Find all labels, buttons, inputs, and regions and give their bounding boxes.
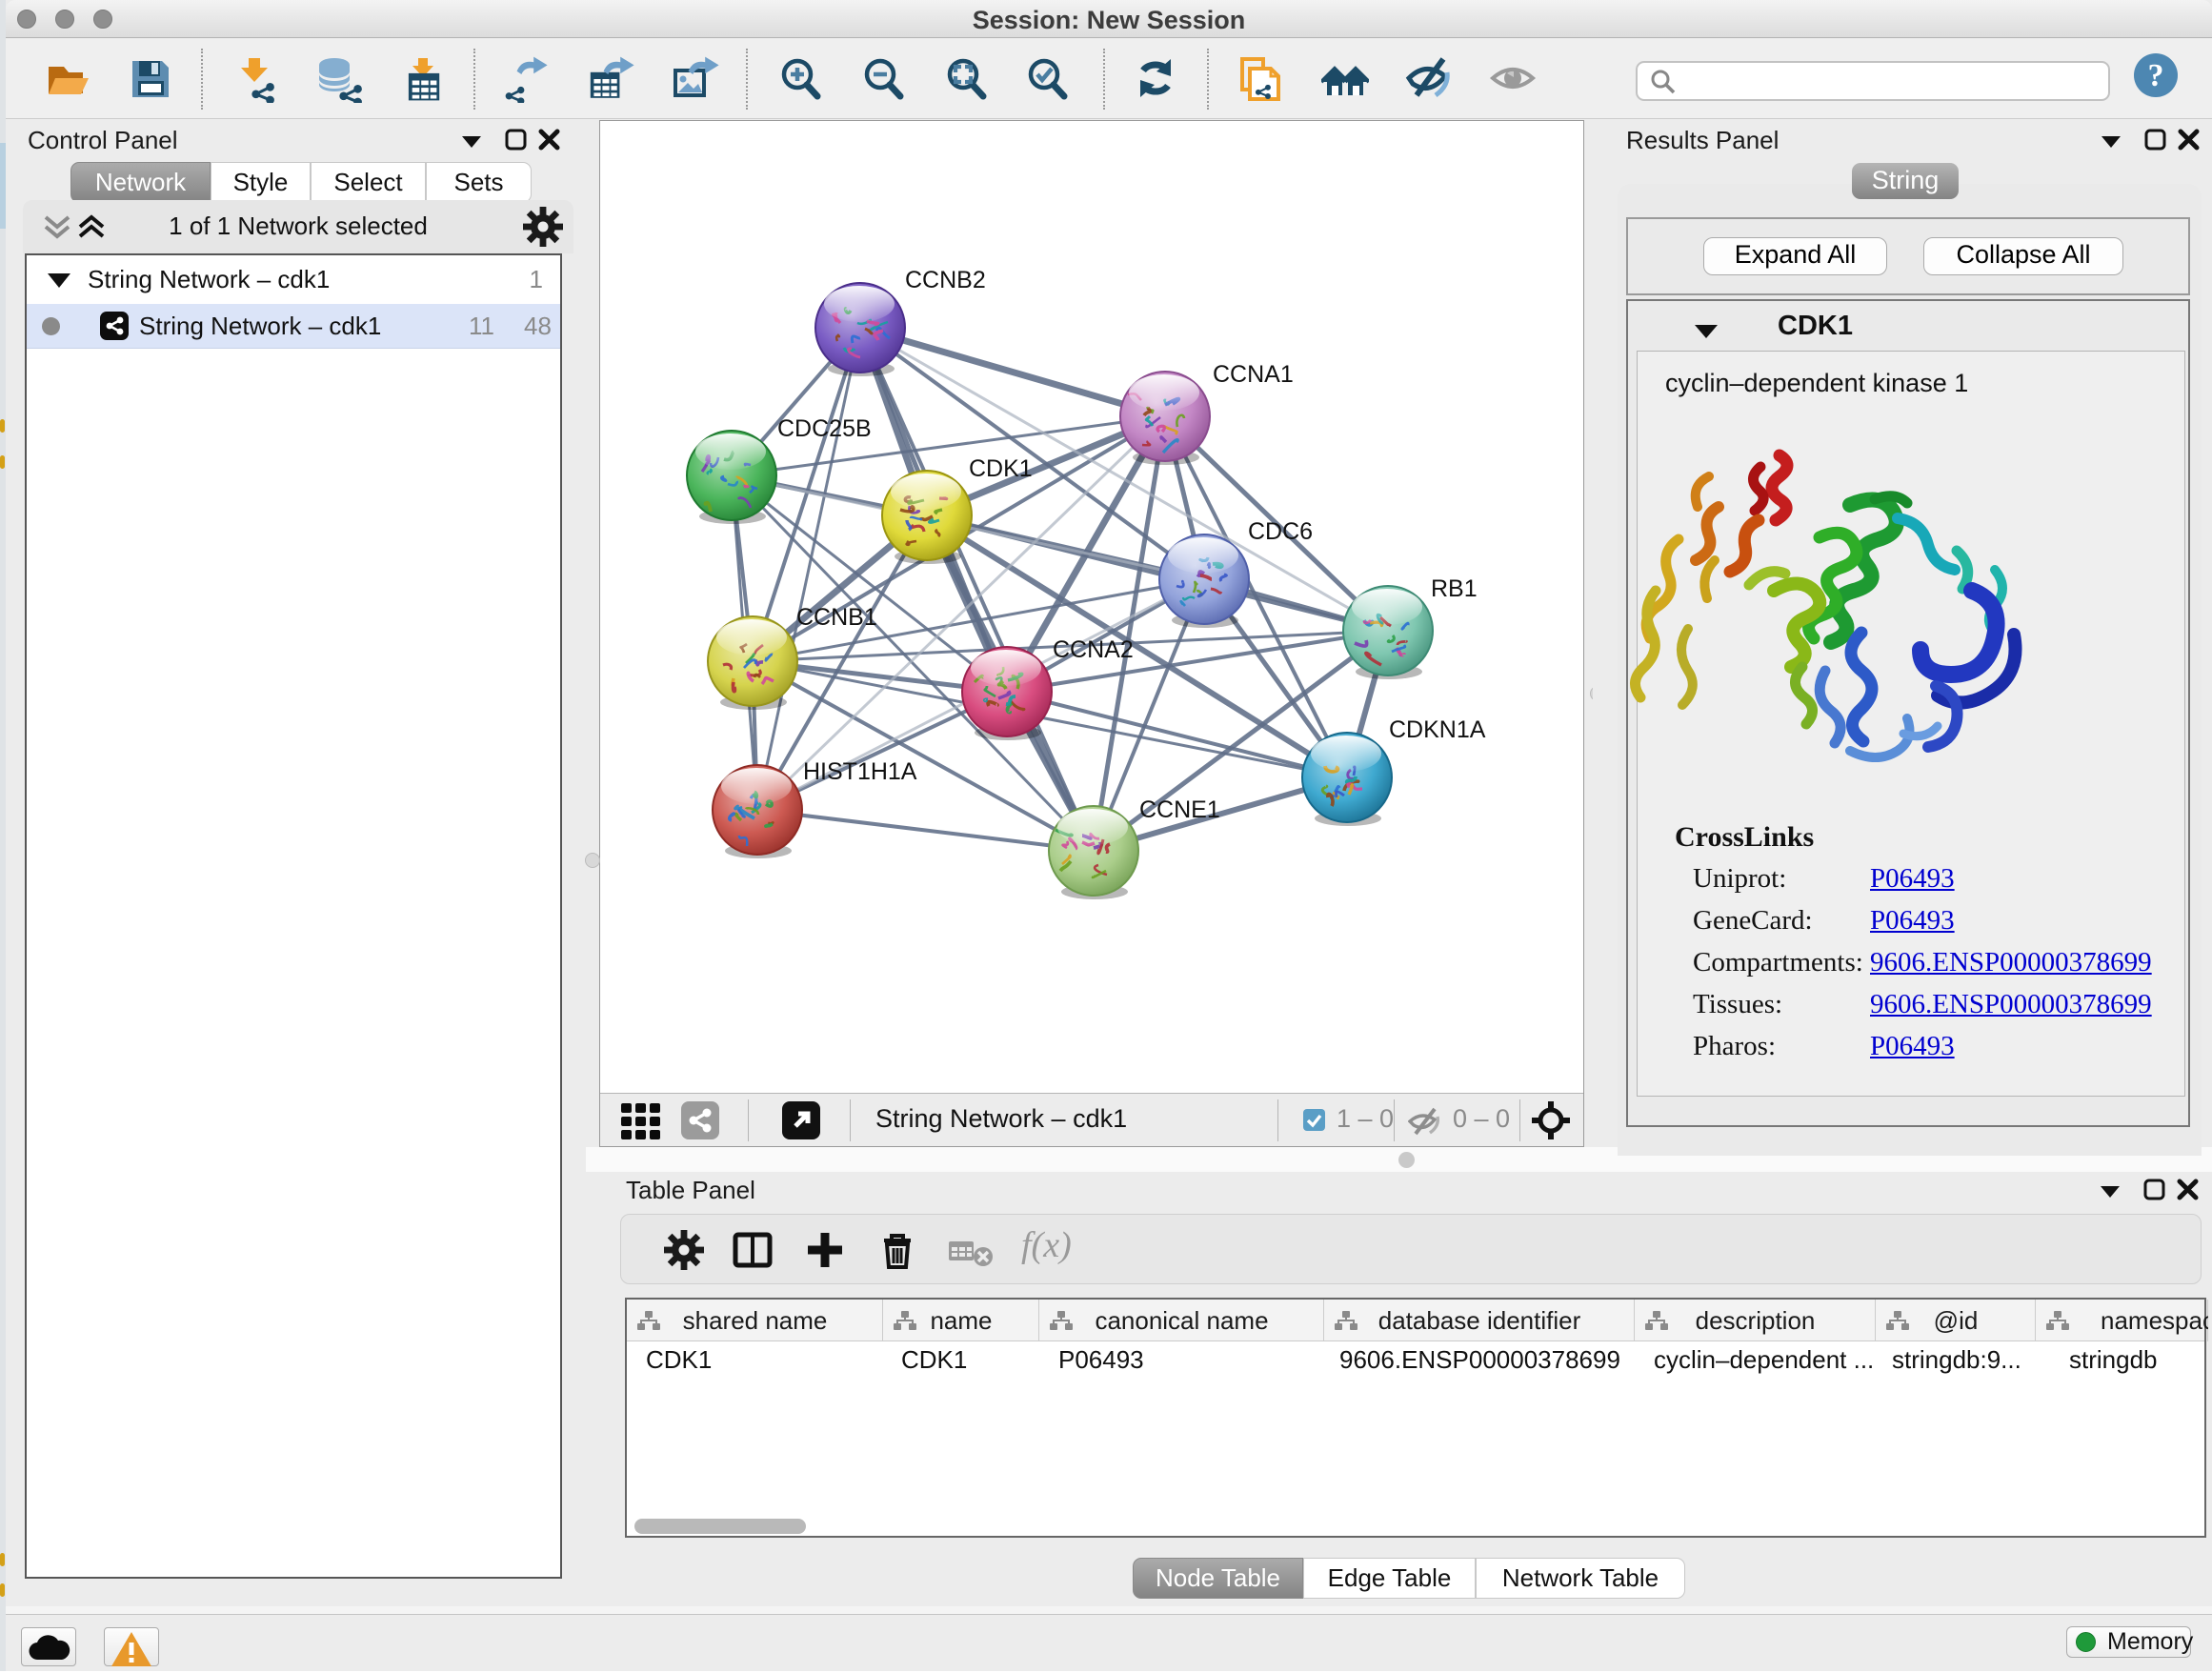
svg-text:CDC25B: CDC25B (777, 415, 872, 442)
svg-text:HIST1H1A: HIST1H1A (803, 758, 917, 785)
svg-text:CDKN1A: CDKN1A (1389, 716, 1486, 743)
svg-text:CDK1: CDK1 (969, 455, 1033, 482)
svg-text:?: ? (2148, 58, 2164, 93)
svg-text:RB1: RB1 (1431, 575, 1478, 602)
svg-text:CCNB2: CCNB2 (905, 267, 986, 293)
svg-text:CDC6: CDC6 (1248, 518, 1313, 545)
svg-text:CCNB1: CCNB1 (796, 604, 877, 631)
svg-text:CCNA1: CCNA1 (1213, 361, 1294, 388)
svg-text:CCNE1: CCNE1 (1139, 796, 1220, 823)
svg-text:CCNA2: CCNA2 (1053, 636, 1134, 663)
